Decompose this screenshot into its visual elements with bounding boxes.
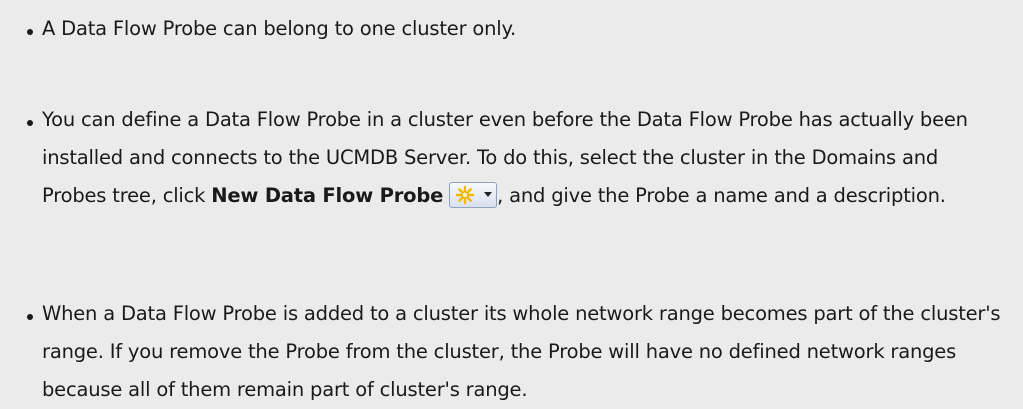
list-item-text: A Data Flow Probe can belong to one clus… (42, 17, 517, 40)
ui-label-new-data-flow-probe: New Data Flow Probe (211, 184, 444, 207)
chevron-down-icon (484, 192, 493, 197)
list-item-text: When a Data Flow Probe is added to a clu… (42, 302, 1001, 401)
document-body: A Data Flow Probe can belong to one clus… (0, 0, 1023, 409)
new-data-flow-probe-button[interactable] (449, 182, 498, 208)
list-item-text: You can define a Data Flow Probe in a cl… (42, 101, 1002, 215)
bullet-dot (27, 314, 33, 320)
text-segment: , and give the Probe a name and a descri… (497, 184, 946, 207)
star-icon (455, 185, 475, 205)
bullet-dot (27, 29, 33, 35)
bullet-dot (27, 120, 33, 126)
